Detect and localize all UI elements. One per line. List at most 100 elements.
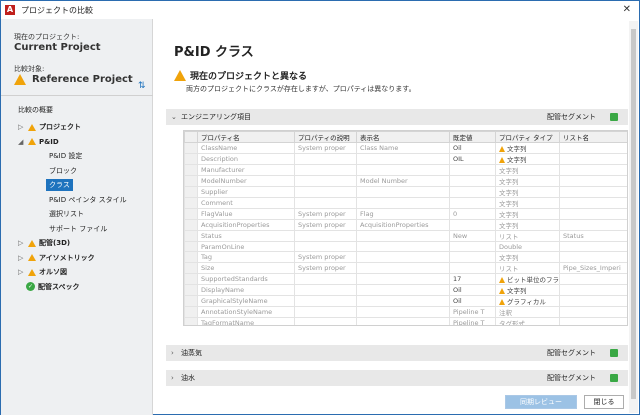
table-cell[interactable] — [294, 317, 357, 325]
tree-item[interactable]: P&ID ペインタ スタイル — [1, 193, 153, 208]
tree-item[interactable]: P&ID 設定 — [1, 149, 153, 164]
expand-arrow-icon[interactable]: ▷ — [18, 239, 26, 247]
table-cell[interactable] — [294, 295, 357, 308]
tree-item[interactable]: ✓ 配管スペック — [1, 280, 153, 295]
table-row[interactable]: TagFormatName Pipeline T タグ形式 — [184, 317, 627, 325]
table-cell[interactable] — [559, 317, 627, 325]
table-cell[interactable]: Pipeline T — [449, 317, 496, 325]
table-cell[interactable] — [449, 164, 496, 176]
row-header[interactable] — [184, 175, 198, 187]
row-header[interactable] — [184, 197, 198, 209]
table-cell[interactable] — [356, 197, 450, 209]
table-cell[interactable]: System proper — [294, 262, 357, 275]
table-cell[interactable] — [356, 230, 450, 242]
table-cell[interactable]: 注釈 — [495, 306, 560, 319]
table-cell[interactable] — [559, 175, 627, 187]
table-cell[interactable]: ClassName — [197, 142, 295, 154]
table-cell[interactable]: リスト — [495, 262, 560, 275]
table-cell[interactable] — [559, 240, 627, 253]
table-row[interactable]: Description OIL 文字列 — [184, 153, 627, 165]
table-cell[interactable]: Size — [197, 262, 295, 275]
row-header[interactable] — [184, 153, 198, 165]
table-cell[interactable] — [559, 142, 627, 154]
row-header[interactable] — [184, 186, 198, 198]
row-header[interactable] — [184, 240, 198, 253]
table-row[interactable]: AcquisitionProperties System proper Acquis… — [184, 219, 627, 231]
row-header[interactable] — [184, 317, 198, 325]
table-cell[interactable]: Status — [197, 230, 295, 242]
table-row[interactable]: DisplayName Oil 文字列 — [184, 284, 627, 297]
table-cell[interactable]: Flag — [356, 208, 450, 220]
table-cell[interactable]: AcquisitionProperties — [197, 219, 295, 231]
table-cell[interactable] — [356, 284, 450, 297]
tree-item[interactable]: ブロック — [1, 164, 153, 179]
row-header[interactable] — [184, 273, 198, 286]
tree-item[interactable]: ▷ 配管(3D) — [1, 236, 153, 251]
close-icon[interactable]: ✕ — [623, 4, 631, 15]
table-cell[interactable] — [294, 230, 357, 242]
table-cell[interactable] — [559, 219, 627, 231]
expanded-arrow-icon[interactable]: ◢ — [18, 138, 26, 146]
table-cell[interactable]: Tag — [197, 251, 295, 264]
table-cell[interactable] — [356, 186, 450, 198]
table-cell[interactable]: System proper — [294, 251, 357, 264]
table-cell[interactable] — [356, 240, 450, 253]
table-cell[interactable] — [449, 262, 496, 275]
table-cell[interactable] — [294, 186, 357, 198]
table-cell[interactable]: 文字列 — [495, 251, 560, 264]
row-header[interactable] — [184, 262, 198, 275]
table-cell[interactable] — [559, 197, 627, 209]
table-cell[interactable]: ビット単位のフラグ — [495, 273, 560, 286]
table-cell[interactable] — [559, 273, 627, 286]
table-row[interactable]: Size System proper リスト Pipe_Sizes_Imperi — [184, 262, 627, 275]
table-cell[interactable] — [356, 164, 450, 176]
table-cell[interactable] — [449, 240, 496, 253]
table-cell[interactable] — [449, 197, 496, 209]
section-oil-water[interactable]: › 油水 配管セグメント — [166, 370, 628, 386]
table-cell[interactable]: Manufacturer — [197, 164, 295, 176]
table-row[interactable]: FlagValue System proper Flag 0 文字列 — [184, 208, 627, 220]
expand-arrow-icon[interactable]: ▷ — [18, 268, 26, 276]
header-display-name[interactable]: 表示名 — [356, 131, 450, 143]
tree-item[interactable]: サポート ファイル — [1, 222, 153, 237]
table-cell[interactable]: Description — [197, 153, 295, 165]
table-cell[interactable] — [559, 295, 627, 308]
section-oil-vapor[interactable]: › 油蒸気 配管セグメント — [166, 345, 628, 361]
table-cell[interactable]: グラフィカル — [495, 295, 560, 308]
table-cell[interactable]: Pipe_Sizes_Imperi — [559, 262, 627, 275]
table-cell[interactable] — [294, 175, 357, 187]
table-row[interactable]: ModelNumber Model Number 文字列 — [184, 175, 627, 187]
table-cell[interactable] — [294, 197, 357, 209]
close-button[interactable]: 閉じる — [584, 395, 624, 409]
table-cell[interactable]: 文字列 — [495, 208, 560, 220]
row-header[interactable] — [184, 208, 198, 220]
table-cell[interactable]: Comment — [197, 197, 295, 209]
table-cell[interactable]: 文字列 — [495, 197, 560, 209]
table-cell[interactable]: 文字列 — [495, 142, 560, 154]
tree-item[interactable]: ▷ アイソメトリック — [1, 251, 153, 266]
table-cell[interactable]: Oil — [449, 284, 496, 297]
table-cell[interactable]: SupportedStandards — [197, 273, 295, 286]
table-cell[interactable]: GraphicalStyleName — [197, 295, 295, 308]
table-cell[interactable]: AcquisitionProperties — [356, 219, 450, 231]
table-cell[interactable] — [559, 306, 627, 319]
table-cell[interactable] — [559, 153, 627, 165]
table-cell[interactable]: Supplier — [197, 186, 295, 198]
header-default-value[interactable]: 既定値 — [449, 131, 496, 143]
table-cell[interactable]: Status — [559, 230, 627, 242]
table-cell[interactable]: ModelNumber — [197, 175, 295, 187]
table-cell[interactable] — [294, 273, 357, 286]
row-header[interactable] — [184, 142, 198, 154]
table-row[interactable]: Manufacturer 文字列 — [184, 164, 627, 176]
table-row[interactable]: SupportedStandards 17 ビット単位のフラグ — [184, 273, 627, 286]
table-cell[interactable] — [559, 284, 627, 297]
header-property-name[interactable]: プロパティ名 — [197, 131, 295, 143]
table-cell[interactable]: 文字列 — [495, 186, 560, 198]
table-cell[interactable]: OIL — [449, 153, 496, 165]
table-cell[interactable]: 17 — [449, 273, 496, 286]
table-cell[interactable]: 文字列 — [495, 219, 560, 231]
table-row[interactable]: Comment 文字列 — [184, 197, 627, 209]
table-cell[interactable] — [356, 295, 450, 308]
header-list-name[interactable]: リスト名 — [559, 131, 627, 143]
table-cell[interactable]: Double — [495, 240, 560, 253]
